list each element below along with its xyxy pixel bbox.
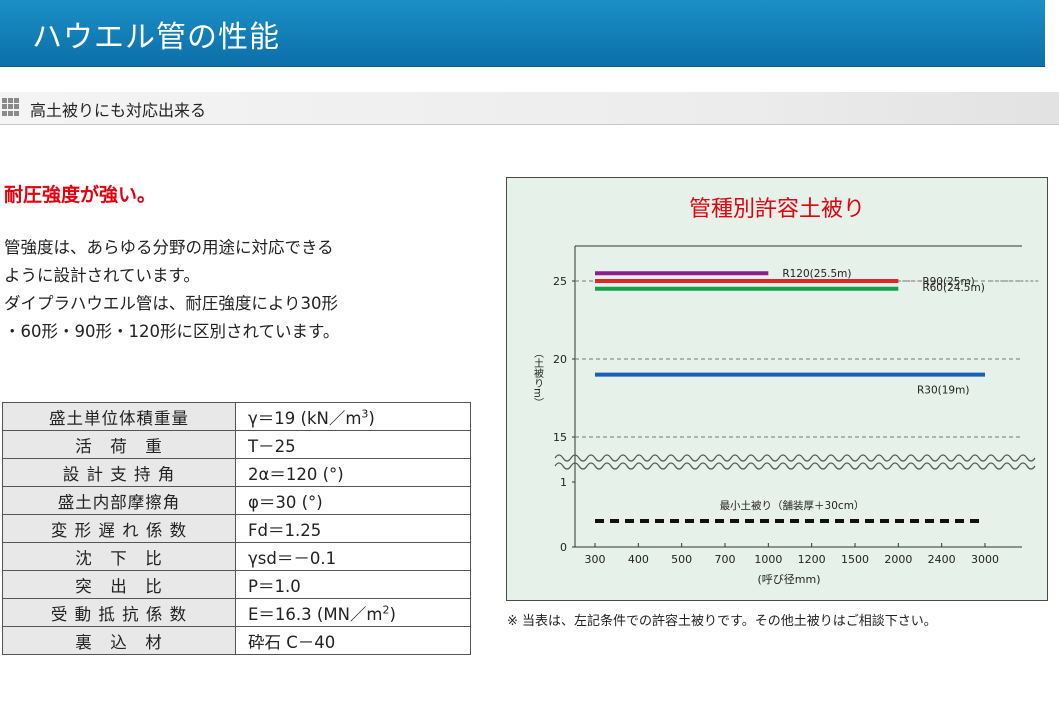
condition-value: φ＝30 (°)	[235, 486, 471, 515]
page-header: ハウエル管の性能	[0, 0, 1045, 67]
table-row: 設 計 支 持 角 2α＝120 (°)	[2, 458, 471, 487]
conditions-table: 盛土単位体積重量 γ＝19 (kN／m3) 活 荷 重 T－25 設 計 支 持 角 2α…	[2, 402, 471, 655]
chart-title: 管種別許容土被り	[689, 197, 865, 222]
table-row: 沈 下 比 γsd＝－0.1	[2, 542, 471, 571]
x-tick-label: 3000	[971, 553, 999, 566]
condition-value: γ＝19 (kN／m3)	[235, 402, 471, 431]
intro-heading: 耐圧強度が強い。	[4, 184, 157, 206]
axis-break-line	[554, 454, 1036, 462]
table-row: 盛土内部摩擦角 φ＝30 (°)	[2, 486, 471, 515]
condition-name: 盛土内部摩擦角	[2, 486, 236, 515]
series-label: R60(24.5m)	[922, 282, 984, 294]
intro-line: ように設計されています。	[4, 266, 200, 285]
y-tick-label: 20	[553, 353, 567, 366]
condition-name: 設 計 支 持 角	[2, 458, 236, 487]
x-tick-label: 500	[671, 553, 692, 566]
condition-name: 受 動 抵 抗 係 数	[2, 598, 236, 627]
allowable-cover-chart: 管種別許容土被り 0 1 15 20 25 （土被りm） 300 400 500 700 1000 12…	[532, 197, 1040, 586]
x-tick-label: 2400	[928, 553, 956, 566]
table-row: 裏 込 材砕石 C－40	[2, 626, 471, 655]
condition-name: 沈 下 比	[2, 542, 236, 571]
y-tick-label: 1	[560, 476, 567, 489]
y-tick-label: 15	[553, 431, 567, 444]
x-tick-label: 2000	[884, 553, 912, 566]
intro-line: ・60形・90形・120形に区別されています。	[4, 322, 340, 341]
x-axis-label: (呼び径mm)	[757, 573, 820, 586]
condition-name: 変 形 遅 れ 係 数	[2, 514, 236, 543]
condition-value: T－25	[235, 430, 471, 459]
intro-line: 管強度は、あらゆる分野の用途に対応できる	[4, 238, 334, 257]
series-label: R120(25.5m)	[782, 268, 851, 280]
y-tick-label: 25	[553, 275, 567, 288]
x-tick-label: 300	[585, 553, 606, 566]
section-label: 高土被りにも対応出来る	[30, 101, 207, 120]
x-tick-label: 1000	[754, 553, 782, 566]
x-tick-label: 400	[628, 553, 649, 566]
chart-panel: 管種別許容土被り 0 1 15 20 25 （土被りm） 300 400 500 700 1000 12…	[506, 177, 1048, 601]
series-label: R30(19m)	[917, 385, 969, 397]
condition-value: 砕石 C－40	[235, 626, 471, 655]
condition-name: 突 出 比	[2, 570, 236, 599]
condition-name: 活 荷 重	[2, 430, 236, 459]
axis-break-line	[554, 462, 1036, 470]
x-tick-label: 1500	[841, 553, 869, 566]
grid-icon	[2, 98, 20, 116]
y-axis-label: （土被りm）	[532, 348, 544, 408]
condition-value: Fd＝1.25	[235, 514, 471, 543]
series-label: 最小土被り（舗装厚＋30cm）	[720, 499, 865, 512]
condition-name: 盛土単位体積重量	[2, 402, 236, 431]
condition-value: γsd＝－0.1	[235, 542, 471, 571]
table-row: 活 荷 重 T－25	[2, 430, 471, 459]
x-tick-label: 1200	[798, 553, 826, 566]
condition-value: P＝1.0	[235, 570, 471, 599]
table-row: 変 形 遅 れ 係 数 Fd＝1.25	[2, 514, 471, 543]
table-row: 突 出 比 P＝1.0	[2, 570, 471, 599]
table-row: 受 動 抵 抗 係 数 E＝16.3 (MN／m2)	[2, 598, 471, 627]
intro-paragraph: 管強度は、あらゆる分野の用途に対応できる ように設計されています。 ダイプラハウ…	[4, 234, 454, 346]
condition-value: 2α＝120 (°)	[235, 458, 471, 487]
section-bar: 高土被りにも対応出来る	[0, 92, 1059, 125]
page-title: ハウエル管の性能	[32, 20, 280, 55]
x-tick-label: 700	[715, 553, 736, 566]
table-row: 盛土単位体積重量 γ＝19 (kN／m3)	[2, 402, 471, 431]
condition-name: 裏 込 材	[2, 626, 236, 655]
chart-note: ※ 当表は、左記条件での許容土被りです。その他土被りはご相談下さい。	[507, 614, 937, 629]
y-tick-label: 0	[560, 541, 567, 554]
intro-line: ダイプラハウエル管は、耐圧強度により30形	[4, 294, 339, 313]
condition-value: E＝16.3 (MN／m2)	[235, 598, 471, 627]
